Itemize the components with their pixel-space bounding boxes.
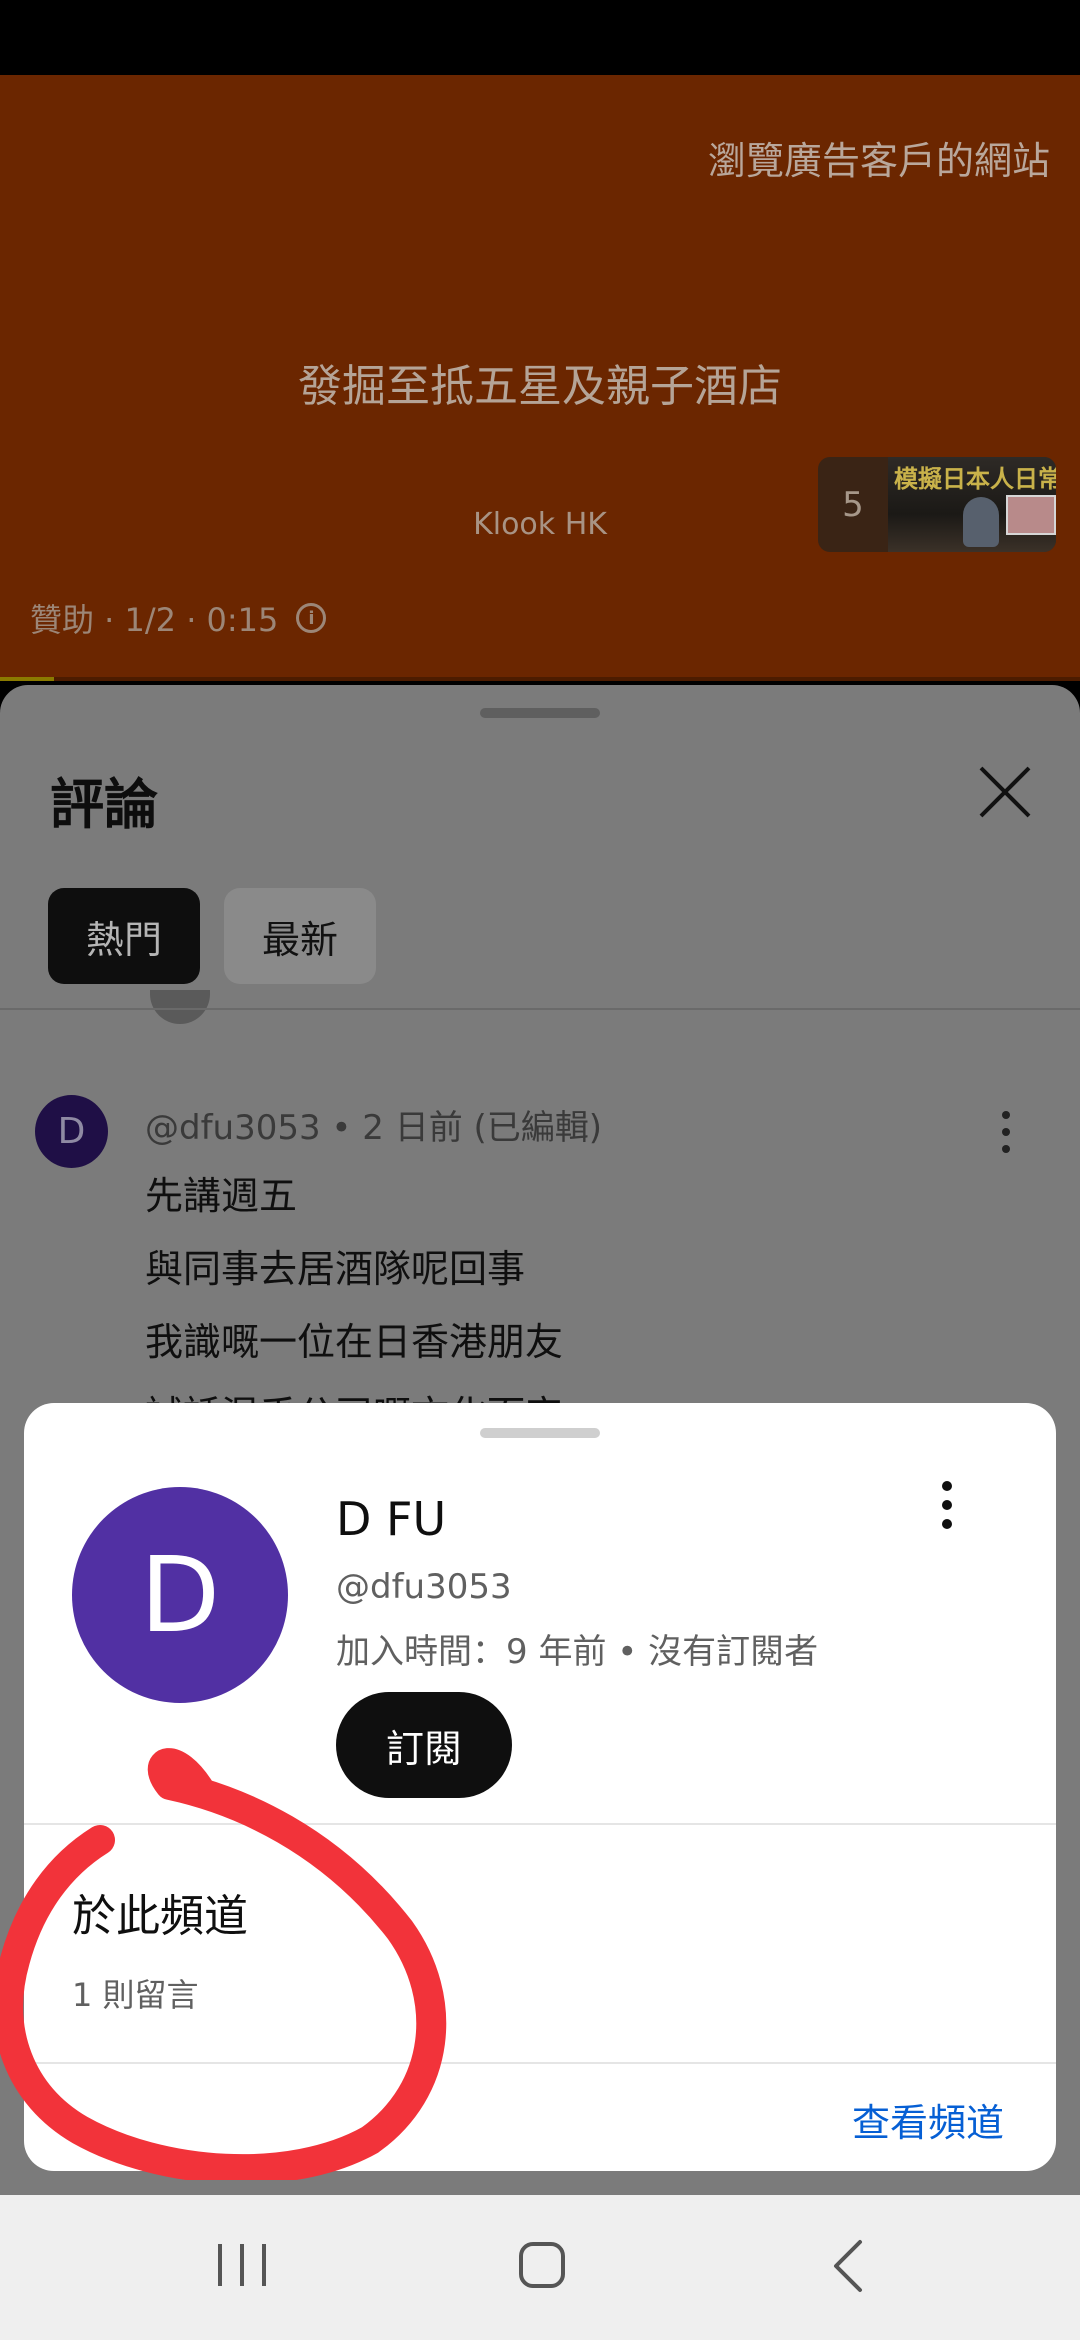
comment-text-line: 我識嘅一位在日香港朋友 [145,1320,564,1364]
comment-text-line: 與同事去居酒隊呢回事 [145,1247,526,1291]
comment-author-avatar[interactable]: D [35,1095,108,1168]
ad-meta: 贊助 · 1/2 · 0:15 i [30,595,327,641]
comments-title: 評論 [50,773,158,836]
thumb-card-shape [1006,495,1056,535]
channel-name: D FU [336,1492,447,1546]
red-circle-annotation [0,1748,447,2180]
close-icon[interactable] [975,762,1035,822]
channel-handle: @dfu3053 [336,1567,512,1607]
ad-progress-track [0,677,1080,681]
ad-headline: 發掘至抵五星及親子酒店 [298,361,782,412]
next-video-thumbnail[interactable]: 5 模擬日本人日常 [818,457,1056,552]
next-video-image: 模擬日本人日常 [888,457,1056,552]
ad-meta-text: 贊助 · 1/2 · 0:15 [30,601,279,639]
back-icon[interactable] [828,2238,868,2294]
tab-top-comments[interactable]: 熱門 [48,888,200,984]
recents-icon[interactable] [212,2240,272,2290]
tab-newest-comments[interactable]: 最新 [224,888,376,984]
info-icon[interactable]: i [296,603,327,633]
comment-text-line: 先講週五 [145,1174,298,1218]
home-icon[interactable] [519,2242,565,2288]
comment-text-line: 試話混乎公司嘅文化而定 [145,1384,563,1404]
panel-drag-handle[interactable] [480,708,600,718]
more-vert-icon[interactable] [1000,1110,1012,1154]
thumb-person-shape [963,497,999,547]
tabs-divider [0,1008,1080,1010]
next-video-thumb-title: 模擬日本人日常 [894,465,1056,493]
next-video-countdown: 5 [842,484,864,525]
channel-stats: 加入時間：9 年前 • 沒有訂閱者 [336,1632,819,1672]
visit-advertiser-link[interactable]: 瀏覽廣告客戶的網站 [708,130,1050,185]
channel-avatar[interactable]: D [72,1487,288,1703]
comment-meta[interactable]: @dfu3053 • 2 日前 (已編輯) [145,1100,602,1149]
ad-progress-fill [0,677,54,681]
card-drag-handle[interactable] [480,1428,600,1438]
more-vert-icon[interactable] [940,1480,954,1530]
view-channel-button[interactable]: 查看頻道 [852,2092,1004,2147]
status-bar [0,0,1080,75]
